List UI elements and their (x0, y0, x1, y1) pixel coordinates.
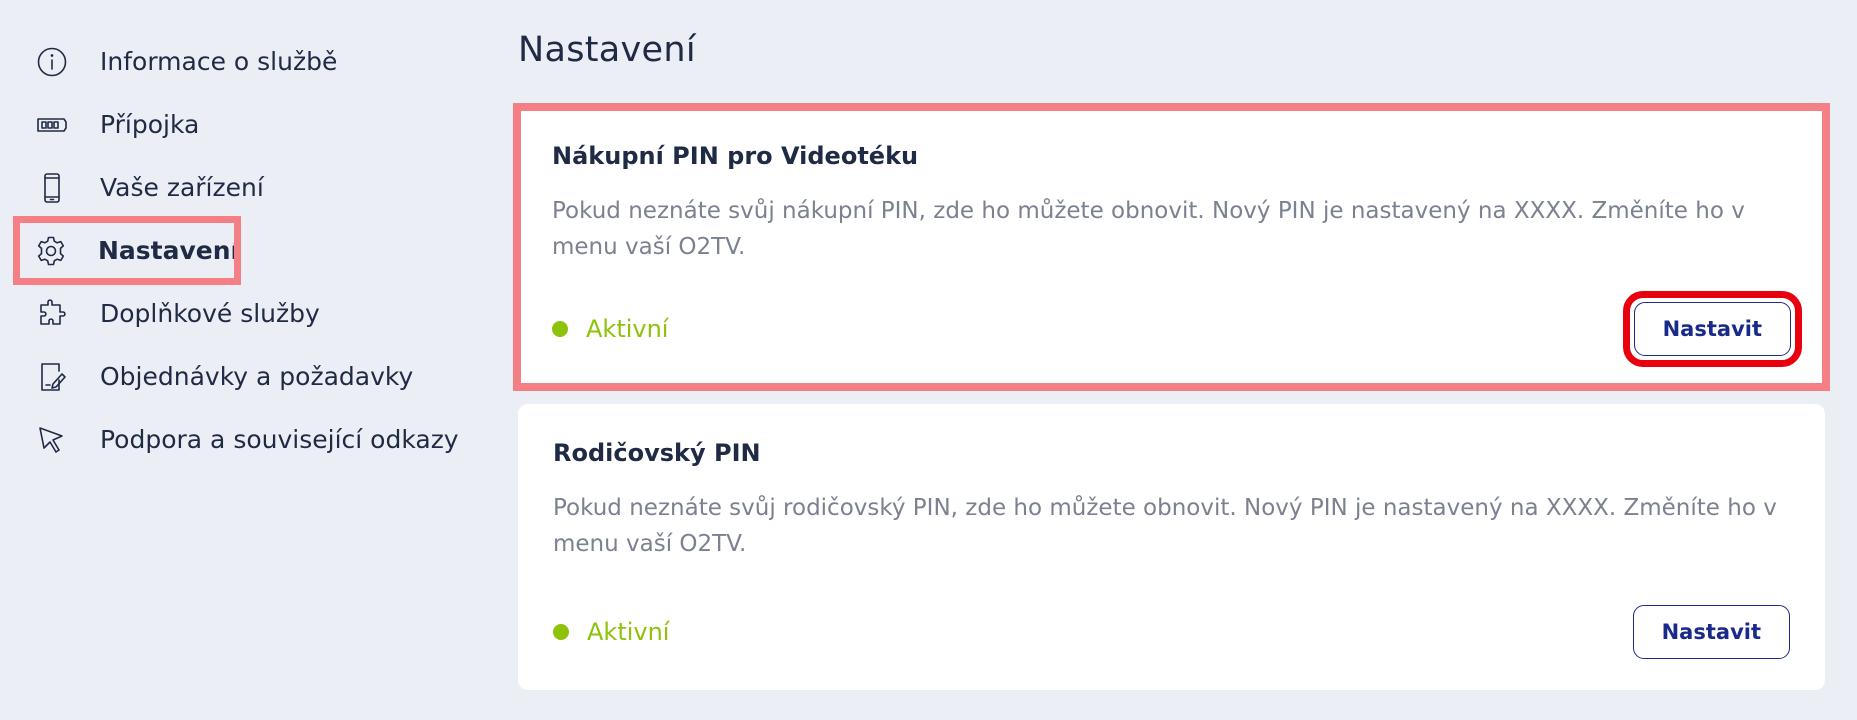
card-title: Rodičovský PIN (553, 439, 761, 467)
status-text: Aktivní (587, 618, 670, 646)
card-description: Pokud neznáte svůj nákupní PIN, zde ho m… (552, 198, 1745, 260)
sidebar-item-label: Informace o službě (100, 47, 338, 76)
sidebar-item-connection[interactable]: Přípojka (16, 93, 486, 156)
sidebar-item-label: Doplňkové služby (100, 299, 320, 328)
button-wrap: Nastavit (1632, 605, 1790, 659)
status-dot (552, 321, 568, 337)
sidebar-item-support[interactable]: Podpora a související odkazy (16, 408, 486, 471)
status-dot (553, 624, 569, 640)
info-icon (34, 44, 70, 80)
sidebar-item-label: Vaše zařízení (100, 173, 264, 202)
sidebar-item-label: Přípojka (100, 110, 200, 139)
sidebar-item-label: Podpora a související odkazy (100, 425, 459, 454)
status-text: Aktivní (586, 315, 669, 343)
sidebar-item-additional-services[interactable]: Doplňkové služby (16, 282, 486, 345)
card-footer: Aktivní Nastavit (553, 604, 1790, 660)
puzzle-icon (34, 296, 70, 332)
sidebar-item-label: Objednávky a požadavky (100, 362, 414, 391)
sidebar-item-orders[interactable]: Objednávky a požadavky (16, 345, 486, 408)
card-footer: Aktivní Nastavit (552, 291, 1803, 367)
parental-pin-card: Rodičovský PIN Pokud neznáte svůj rodičo… (518, 404, 1825, 690)
phone-icon (34, 170, 70, 206)
document-edit-icon (34, 359, 70, 395)
set-parental-pin-button[interactable]: Nastavit (1632, 605, 1790, 659)
sidebar-item-label: Nastavení (98, 236, 240, 265)
status-indicator: Aktivní (553, 618, 669, 646)
card-title: Nákupní PIN pro Videotéku (552, 142, 919, 170)
purchase-pin-card: Nákupní PIN pro Videotéku Pokud neznáte … (513, 103, 1830, 391)
sidebar: Informace o službě Přípojka Vaše zařízen… (13, 30, 486, 471)
cursor-icon (34, 422, 70, 458)
sidebar-item-service-info[interactable]: Informace o službě (16, 30, 486, 93)
page-title: Nastavení (518, 30, 696, 70)
sidebar-item-devices[interactable]: Vaše zařízení (16, 156, 486, 219)
focus-ring: Nastavit (1622, 291, 1803, 367)
connection-icon (34, 107, 70, 143)
set-purchase-pin-button[interactable]: Nastavit (1633, 302, 1791, 356)
card-description: Pokud neznáte svůj rodičovský PIN, zde h… (553, 495, 1777, 557)
status-indicator: Aktivní (552, 315, 668, 343)
gear-icon (34, 233, 68, 269)
sidebar-item-settings[interactable]: Nastavení (13, 216, 241, 285)
